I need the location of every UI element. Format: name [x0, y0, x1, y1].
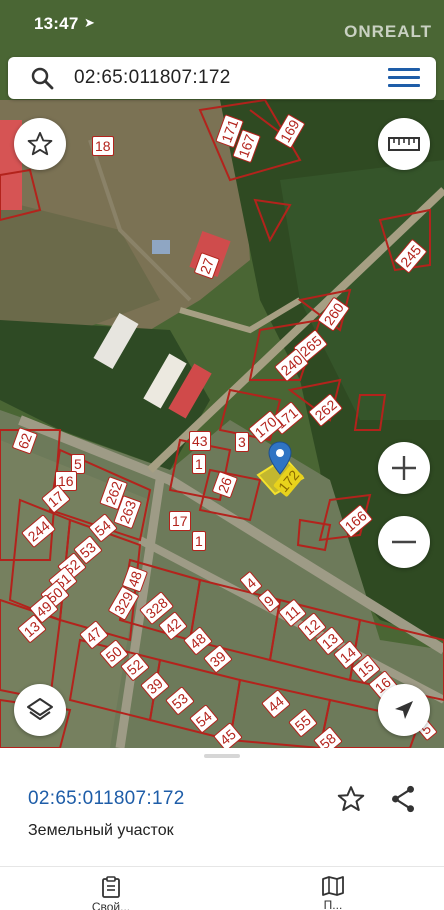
search-input[interactable]: 02:65:011807:172 — [74, 67, 231, 89]
location-arrow-icon: ➤ — [84, 15, 95, 30]
layers-icon — [27, 698, 53, 720]
parcel-label[interactable]: 18 — [92, 136, 114, 156]
satellite-map — [0, 0, 444, 748]
tab-properties[interactable]: Свой... — [81, 876, 141, 910]
favorite-button[interactable] — [14, 118, 66, 170]
status-bar: 13:47 ➤ ONREALT — [0, 0, 444, 50]
search-bar[interactable]: 02:65:011807:172 — [8, 57, 436, 99]
zoom-out-button[interactable] — [378, 516, 430, 568]
divider — [0, 866, 444, 867]
watermark: ONREALT — [344, 22, 432, 41]
tab-map[interactable]: П... — [303, 876, 363, 910]
zoom-in-button[interactable] — [378, 442, 430, 494]
sheet-drag-handle[interactable] — [204, 754, 240, 758]
parcel-label[interactable]: 3 — [235, 432, 249, 452]
measure-button[interactable] — [378, 118, 430, 170]
map-view[interactable]: 171 167 169 18 27 245 260 265 240 262 171 170 3 1 26 17… — [0, 0, 444, 748]
bottom-sheet[interactable]: 02:65:011807:172 Земельный участок Свой.… — [0, 748, 444, 910]
parcel-id: 02:65:011807:172 — [28, 788, 185, 809]
map-icon — [322, 876, 344, 896]
minus-icon — [392, 540, 416, 544]
ruler-icon — [388, 137, 420, 151]
star-icon[interactable] — [336, 784, 366, 814]
parcel-label[interactable]: 1 — [192, 454, 206, 474]
tab-map-label: П... — [323, 898, 343, 910]
layers-button[interactable] — [14, 684, 66, 736]
plus-icon — [392, 456, 416, 480]
star-icon — [27, 131, 53, 156]
parcel-type: Земельный участок — [28, 822, 174, 839]
parcel-label[interactable]: 1 — [192, 531, 206, 551]
share-icon[interactable] — [390, 785, 416, 813]
status-time: 13:47 — [34, 14, 79, 33]
tab-properties-label: Свой... — [91, 900, 131, 910]
parcel-label[interactable]: 43 — [189, 431, 211, 451]
parcel-label[interactable]: 17 — [169, 511, 191, 531]
clipboard-icon — [102, 876, 120, 898]
hamburger-menu-icon[interactable] — [388, 68, 420, 90]
location-arrow-icon — [395, 701, 413, 719]
locate-button[interactable] — [378, 684, 430, 736]
search-icon[interactable] — [30, 66, 54, 90]
map-pin-icon[interactable] — [268, 441, 292, 475]
